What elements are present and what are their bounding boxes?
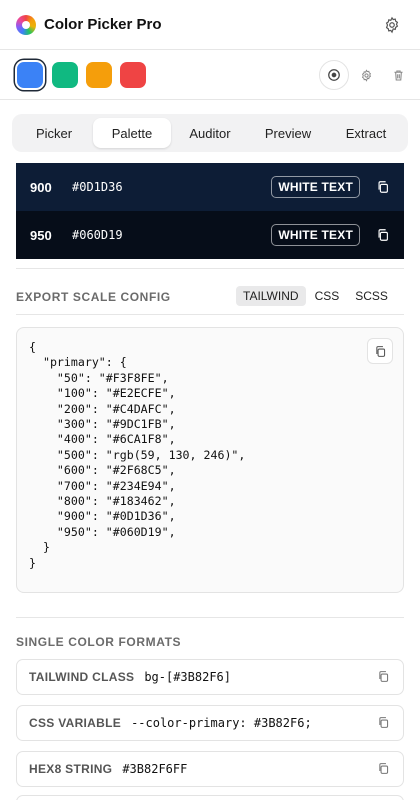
- settings-gear-icon[interactable]: [382, 15, 402, 35]
- format-row[interactable]: HEX8 STRING #3B82F6FF: [16, 751, 404, 787]
- tab-extract[interactable]: Extract: [327, 118, 405, 148]
- section-divider: [16, 314, 404, 315]
- export-code-text: { "primary": { "50": "#F3F8FE", "100": "…: [29, 340, 246, 570]
- main-tabs: Picker Palette Auditor Preview Extract: [12, 114, 408, 152]
- color-swatch[interactable]: [17, 62, 43, 88]
- color-wheel-logo-icon: [16, 14, 36, 35]
- eyedropper-target-icon[interactable]: [319, 60, 349, 90]
- copy-icon[interactable]: [377, 716, 391, 730]
- app-title: Color Picker Pro: [44, 16, 162, 33]
- format-label: TAILWIND CLASS: [29, 670, 135, 684]
- scale-step-label: 900: [30, 179, 52, 195]
- section-divider: [16, 268, 404, 269]
- tab-palette[interactable]: Palette: [93, 118, 171, 148]
- export-section-title: EXPORT SCALE CONFIG: [16, 290, 171, 304]
- contrast-badge: WHITE TEXT: [271, 176, 360, 198]
- swatch-toolbar: [0, 50, 420, 100]
- trash-icon[interactable]: [383, 60, 413, 90]
- color-swatch[interactable]: [120, 62, 146, 88]
- format-tab-scss[interactable]: SCSS: [348, 286, 395, 306]
- copy-icon[interactable]: [377, 670, 391, 684]
- color-swatch[interactable]: [86, 62, 112, 88]
- format-value: --color-primary: #3B82F6;: [131, 716, 312, 730]
- format-value: #3B82F6FF: [122, 762, 188, 776]
- export-code-block: { "primary": { "50": "#F3F8FE", "100": "…: [16, 327, 404, 593]
- scale-hex-value: #060D19: [72, 228, 123, 242]
- format-row[interactable]: CSS VARIABLE --color-primary: #3B82F6;: [16, 705, 404, 741]
- app-header: Color Picker Pro: [0, 0, 420, 50]
- format-tab-css[interactable]: CSS: [308, 286, 347, 306]
- scale-row: 950 #060D19 WHITE TEXT: [16, 211, 404, 259]
- tab-picker[interactable]: Picker: [15, 118, 93, 148]
- gear-icon[interactable]: [351, 60, 381, 90]
- format-label: CSS VARIABLE: [29, 716, 122, 730]
- scale-row: 900 #0D1D36 WHITE TEXT: [16, 163, 404, 211]
- format-tab-tailwind[interactable]: TAILWIND: [236, 286, 306, 306]
- export-format-tabs: TAILWIND CSS SCSS: [236, 286, 397, 306]
- contrast-badge: WHITE TEXT: [271, 224, 360, 246]
- scale-step-label: 950: [30, 227, 52, 243]
- copy-icon[interactable]: [376, 180, 390, 194]
- color-swatch[interactable]: [52, 62, 78, 88]
- format-row[interactable]: TAILWIND CLASS bg-[#3B82F6]: [16, 659, 404, 695]
- single-formats-title: SINGLE COLOR FORMATS: [16, 635, 182, 649]
- section-divider: [16, 617, 404, 618]
- format-label: HEX8 STRING: [29, 762, 113, 776]
- copy-code-button[interactable]: [367, 338, 393, 364]
- tab-preview[interactable]: Preview: [249, 118, 327, 148]
- format-value: bg-[#3B82F6]: [144, 670, 232, 684]
- tab-auditor[interactable]: Auditor: [171, 118, 249, 148]
- format-row[interactable]: [16, 795, 404, 800]
- copy-icon[interactable]: [377, 762, 391, 776]
- copy-icon[interactable]: [376, 228, 390, 242]
- scale-hex-value: #0D1D36: [72, 180, 123, 194]
